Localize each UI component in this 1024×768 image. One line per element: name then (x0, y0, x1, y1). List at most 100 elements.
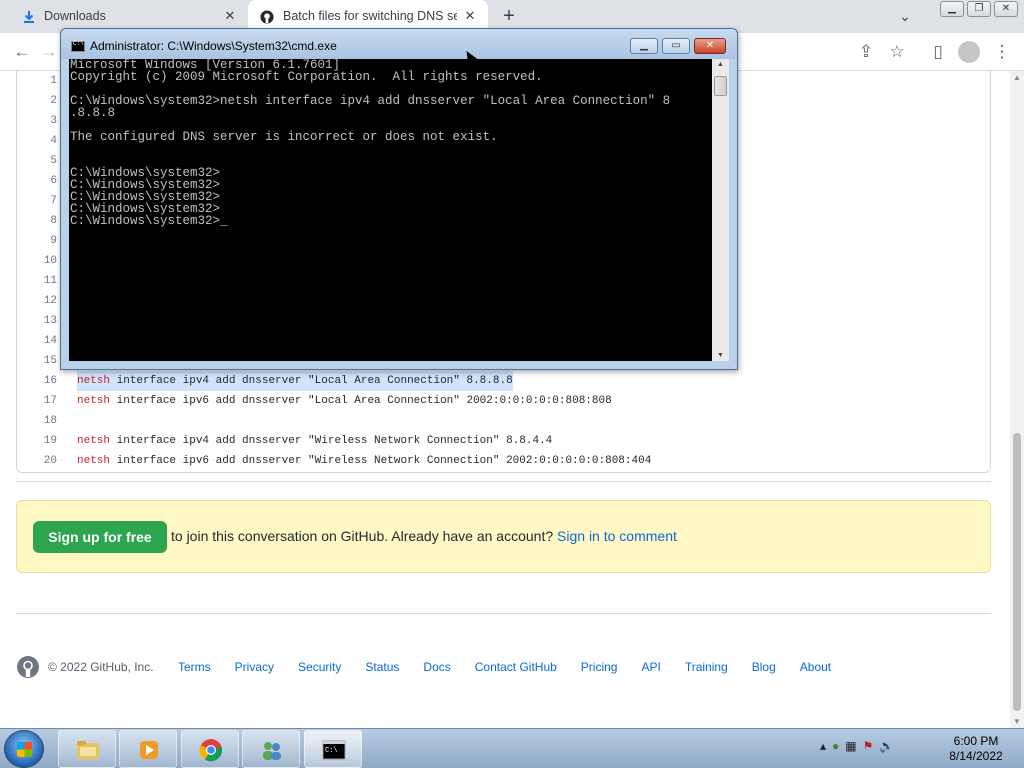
sign-up-button[interactable]: Sign up for free (33, 521, 167, 553)
line-content: netsh interface ipv6 add dnsserver "Loca… (77, 391, 612, 411)
media-player-icon (140, 741, 158, 759)
line-content: netsh interface ipv6 add dnsserver "Wire… (77, 451, 651, 471)
tray-overflow-icon[interactable]: ▴ (820, 739, 826, 753)
line-number[interactable]: 19 (17, 431, 57, 451)
footer-copyright: © 2022 GitHub, Inc. (48, 660, 154, 674)
profile-avatar-icon[interactable] (958, 41, 980, 63)
start-button[interactable] (4, 730, 44, 768)
keyword: netsh (77, 375, 111, 387)
close-tab-icon[interactable]: ✕ (462, 8, 478, 24)
side-panel-icon[interactable]: ▯ (927, 42, 949, 64)
line-number[interactable]: 9 (17, 231, 57, 251)
footer-link[interactable]: API (641, 660, 660, 674)
scrollbar-thumb[interactable] (1013, 433, 1021, 711)
footer-link[interactable]: Docs (423, 660, 450, 674)
cmd-icon: C:\ (322, 740, 346, 760)
minimize-button[interactable]: ▁ (940, 1, 964, 17)
cmd-close-button[interactable]: ✕ (694, 38, 726, 54)
cmd-console[interactable]: Microsoft Windows [Version 6.1.7601] Cop… (69, 59, 712, 361)
share-icon[interactable]: ⇪ (855, 42, 877, 64)
line-number[interactable]: 14 (17, 331, 57, 351)
line-number[interactable]: 7 (17, 191, 57, 211)
scroll-up-icon[interactable]: ▲ (717, 61, 724, 68)
scroll-down-icon[interactable]: ▼ (1013, 717, 1021, 726)
line-number[interactable]: 1 (17, 71, 57, 91)
forward-arrow-icon[interactable]: → (38, 42, 60, 64)
page-scrollbar[interactable]: ▲ ▼ (1010, 71, 1024, 728)
footer-link[interactable]: Blog (752, 660, 776, 674)
signup-prompt: to join this conversation on GitHub. Alr… (171, 528, 677, 544)
footer-link[interactable]: Status (365, 660, 399, 674)
footer-link[interactable]: Contact GitHub (475, 660, 557, 674)
network-icon[interactable]: ▦ (845, 739, 856, 753)
line-number[interactable]: 10 (17, 251, 57, 271)
line-number[interactable]: 16 (17, 371, 57, 391)
footer-link[interactable]: Security (298, 660, 341, 674)
footer-link[interactable]: About (800, 660, 831, 674)
volume-icon[interactable]: 🔈 (879, 739, 894, 753)
chrome-icon (199, 739, 223, 762)
network-user-icon[interactable]: ● (832, 739, 839, 753)
close-tab-icon[interactable]: ✕ (222, 8, 238, 24)
footer-link[interactable]: Terms (178, 660, 211, 674)
footer-link[interactable]: Pricing (581, 660, 618, 674)
cmd-scrollbar[interactable]: ▲ ▼ (712, 59, 729, 361)
line-number[interactable]: 11 (17, 271, 57, 291)
line-number[interactable]: 15 (17, 351, 57, 371)
code-line: 19 netsh interface ipv4 add dnsserver "Wi… (17, 431, 990, 451)
sign-in-link[interactable]: Sign in to comment (557, 528, 677, 544)
tab-search-chevron-icon[interactable]: ⌄ (896, 8, 914, 26)
scroll-up-icon[interactable]: ▲ (1013, 73, 1021, 82)
account-text: Already have an account? (388, 528, 558, 544)
line-number[interactable]: 12 (17, 291, 57, 311)
line-number[interactable]: 6 (17, 171, 57, 191)
users-icon (263, 742, 281, 760)
line-number[interactable]: 4 (17, 131, 57, 151)
code-line: 20 netsh interface ipv6 add dnsserver "Wi… (17, 451, 990, 471)
code-line: 17 netsh interface ipv6 add dnsserver "Lo… (17, 391, 990, 411)
line-number[interactable]: 2 (17, 91, 57, 111)
restore-button[interactable]: ❐ (967, 1, 991, 17)
taskbar-cmd[interactable]: C:\ (304, 730, 362, 768)
bookmark-star-icon[interactable]: ☆ (886, 42, 908, 64)
line-number[interactable]: 5 (17, 151, 57, 171)
code-text: interface ipv4 add dnsserver "Local Area… (110, 375, 513, 387)
footer-links: Terms Privacy Security Status Docs Contact Gi… (178, 660, 855, 674)
github-icon (260, 10, 274, 24)
cmd-titlebar[interactable]: Administrator: C:\Windows\System32\cmd.e… (61, 29, 737, 59)
divider (16, 613, 991, 614)
folder-icon (77, 741, 99, 759)
footer-link[interactable]: Privacy (235, 660, 274, 674)
line-number[interactable]: 20 (17, 451, 57, 471)
github-mark-icon[interactable] (16, 655, 40, 679)
taskbar: C:\ ▴ ● ▦ ⚑ 🔈 6:00 PM 8/14/2022 (0, 728, 1024, 768)
scrollbar-thumb[interactable] (714, 76, 727, 96)
divider (16, 481, 991, 482)
line-number[interactable]: 8 (17, 211, 57, 231)
code-text: interface ipv6 add dnsserver "Wireless N… (110, 455, 652, 467)
cmd-minimize-button[interactable]: ▁ (630, 38, 658, 54)
flag-icon[interactable]: ⚑ (863, 739, 874, 753)
cmd-window[interactable]: Administrator: C:\Windows\System32\cmd.e… (60, 28, 738, 370)
line-number[interactable]: 18 (17, 411, 57, 431)
line-number[interactable]: 3 (17, 111, 57, 131)
taskbar-explorer[interactable] (58, 730, 116, 768)
more-menu-icon[interactable]: ⋮ (991, 42, 1013, 64)
back-arrow-icon[interactable]: ← (11, 42, 33, 64)
line-number[interactable]: 13 (17, 311, 57, 331)
taskbar-media-player[interactable] (119, 730, 177, 768)
taskbar-users[interactable] (242, 730, 300, 768)
code-line: 18 (17, 411, 990, 431)
line-number[interactable]: 17 (17, 391, 57, 411)
close-window-button[interactable]: ✕ (994, 1, 1018, 17)
signup-banner: Sign up for free to join this conversati… (16, 500, 991, 573)
cmd-icon (71, 40, 85, 52)
new-tab-button[interactable]: + (498, 6, 520, 28)
line-content: netsh interface ipv4 add dnsserver "Wire… (77, 431, 552, 451)
system-tray: ▴ ● ▦ ⚑ 🔈 (820, 739, 894, 753)
taskbar-chrome[interactable] (181, 730, 239, 768)
system-clock[interactable]: 6:00 PM 8/14/2022 (938, 734, 1014, 764)
footer-link[interactable]: Training (685, 660, 728, 674)
scroll-down-icon[interactable]: ▼ (717, 352, 724, 359)
cmd-maximize-button[interactable]: ▭ (662, 38, 690, 54)
